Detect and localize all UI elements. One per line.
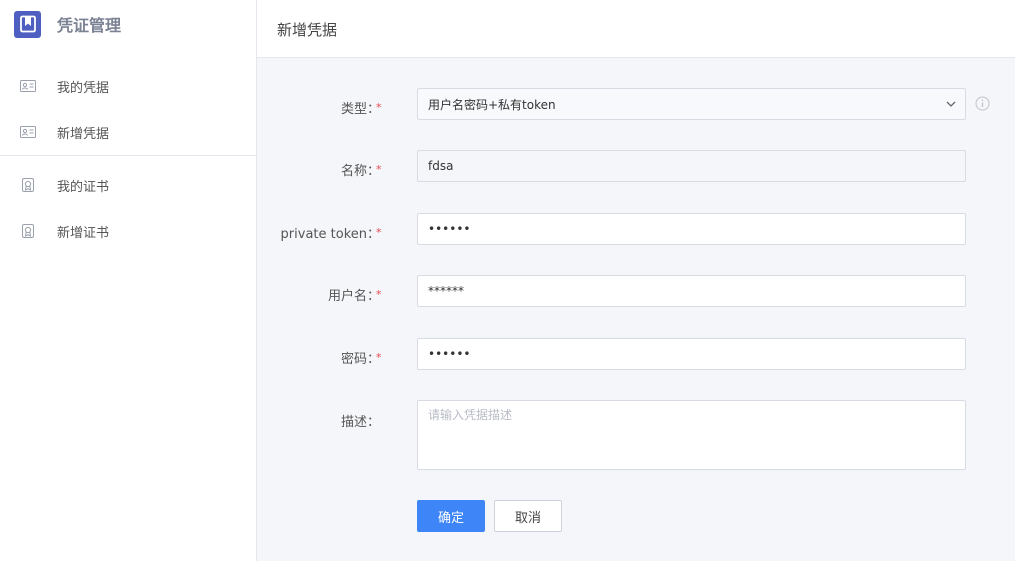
certificate-badge-icon: [20, 223, 36, 239]
description-label: 描述：: [340, 415, 380, 430]
form-actions: 确定 取消: [257, 500, 1015, 532]
description-textarea[interactable]: [417, 400, 966, 470]
private-token-field-value: ••••••: [428, 222, 471, 236]
username-label: 用户名：: [327, 289, 380, 304]
required-mark: *: [376, 163, 382, 176]
app-title: 凭证管理: [57, 16, 122, 35]
password-field[interactable]: ••••••: [417, 338, 966, 370]
sidebar-item-new-credential[interactable]: 新增凭据: [0, 115, 256, 149]
sidebar-item-my-credentials[interactable]: 我的凭据: [0, 69, 256, 103]
certificate-badge-icon: [20, 177, 36, 193]
confirm-button[interactable]: 确定: [417, 500, 485, 532]
required-mark: *: [376, 351, 382, 364]
sidebar-item-label: 新增凭据: [57, 126, 110, 142]
sidebar-item-label: 新增证书: [57, 225, 110, 241]
form-row-name: 名称： * fdsa: [257, 150, 1015, 182]
private-token-field[interactable]: ••••••: [417, 213, 966, 245]
required-mark: *: [376, 226, 382, 239]
required-mark: *: [376, 101, 382, 114]
required-mark: *: [376, 288, 382, 301]
main-content: 新增凭据 类型： * 用户名密码+私有token 名称： * fdsa priv: [257, 0, 1015, 561]
username-field[interactable]: ******: [417, 275, 966, 307]
type-label: 类型：: [340, 102, 380, 117]
name-field[interactable]: fdsa: [417, 150, 966, 182]
sidebar-item-label: 我的证书: [57, 179, 110, 195]
id-card-icon: [20, 78, 36, 94]
username-field-value: ******: [428, 284, 464, 298]
password-field-value: ••••••: [428, 347, 471, 361]
sidebar-item-my-certificates[interactable]: 我的证书: [0, 168, 256, 202]
password-label: 密码：: [340, 352, 380, 367]
sidebar-item-label: 我的凭据: [57, 80, 110, 96]
form-row-description: 描述：: [257, 400, 1015, 470]
type-select[interactable]: 用户名密码+私有token: [417, 88, 966, 120]
page-title: 新增凭据: [277, 21, 338, 39]
id-card-icon: [20, 124, 36, 140]
private-token-label: private token：: [280, 227, 380, 242]
cancel-button[interactable]: 取消: [494, 500, 562, 532]
form-row-password: 密码： * ••••••: [257, 338, 1015, 370]
name-field-value: fdsa: [428, 159, 454, 173]
sidebar-divider: [0, 155, 256, 156]
info-icon[interactable]: [975, 96, 990, 115]
form-row-type: 类型： * 用户名密码+私有token: [257, 88, 1015, 120]
page-header: 新增凭据: [257, 0, 1015, 58]
name-label: 名称：: [340, 164, 380, 179]
sidebar-item-new-certificate[interactable]: 新增证书: [0, 214, 256, 248]
sidebar: 凭证管理 我的凭据 新增凭据 我的证书 新增证书: [0, 0, 257, 561]
brand: 凭证管理: [14, 9, 121, 39]
form-row-username: 用户名： * ******: [257, 275, 1015, 307]
type-select-value: 用户名密码+私有token: [428, 97, 556, 112]
form-row-private-token: private token： * ••••••: [257, 213, 1015, 245]
chevron-down-icon: [945, 98, 957, 113]
bookmark-logo-icon: [14, 10, 41, 38]
